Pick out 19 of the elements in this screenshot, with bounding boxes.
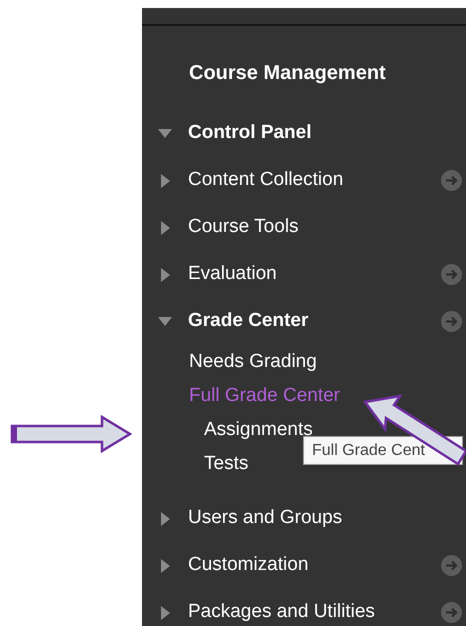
menu-item[interactable]: Packages and Utilities bbox=[188, 598, 375, 626]
panel-title: Course Management bbox=[189, 61, 386, 86]
menu-item[interactable]: Users and Groups bbox=[188, 504, 342, 533]
menu-item[interactable]: Grade Center bbox=[188, 307, 308, 336]
expanded-triangle-icon[interactable] bbox=[158, 129, 172, 138]
collapsed-triangle-icon[interactable] bbox=[160, 174, 170, 188]
menu-item[interactable]: Control Panel bbox=[188, 119, 312, 148]
collapsed-triangle-icon[interactable] bbox=[160, 606, 170, 620]
collapsed-triangle-icon[interactable] bbox=[160, 558, 170, 572]
menu-link[interactable]: Needs Grading bbox=[189, 348, 317, 376]
expanded-triangle-icon[interactable] bbox=[158, 317, 172, 326]
menu-link[interactable]: Tests bbox=[204, 450, 248, 478]
collapsed-triangle-icon[interactable] bbox=[160, 512, 170, 526]
menu-item[interactable]: Course Tools bbox=[188, 213, 299, 242]
menu-item[interactable]: Evaluation bbox=[188, 260, 277, 289]
menu-item[interactable]: Content Collection bbox=[188, 166, 344, 195]
menu-item[interactable]: Customization bbox=[188, 551, 308, 580]
collapsed-triangle-icon[interactable] bbox=[160, 268, 170, 282]
collapsed-triangle-icon[interactable] bbox=[160, 220, 170, 234]
